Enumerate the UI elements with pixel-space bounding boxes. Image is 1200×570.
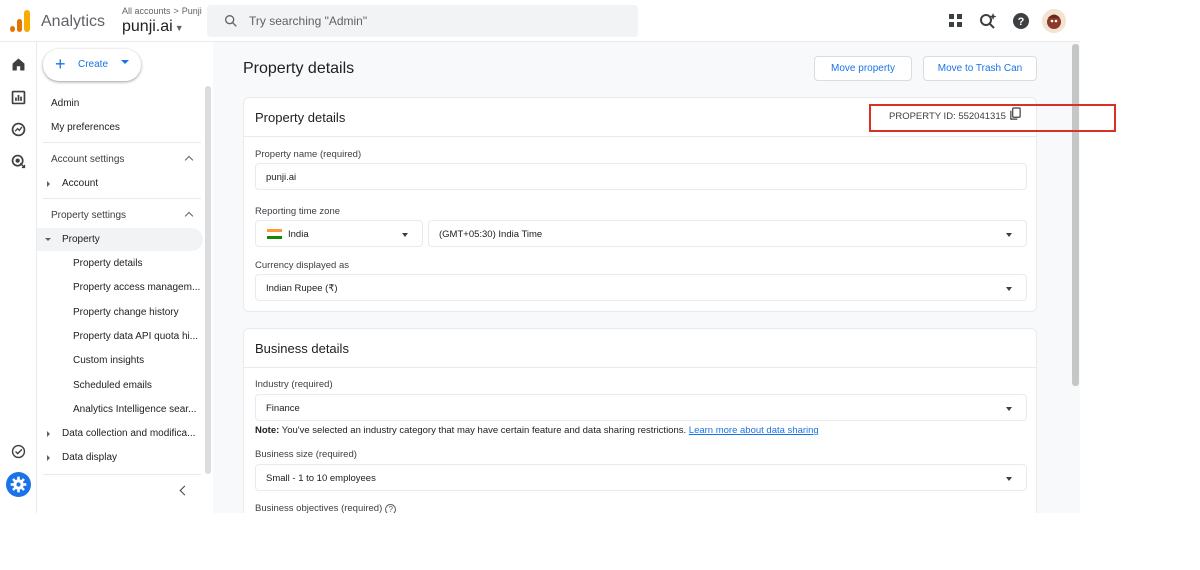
nav-custom-insights[interactable]: Custom insights	[73, 355, 201, 366]
app-title: Analytics	[41, 13, 106, 30]
dropdown-arrow-icon	[1006, 233, 1012, 237]
nav-analytics-intelligence[interactable]: Analytics Intelligence sear...	[73, 404, 201, 415]
card-title: Property details	[255, 110, 346, 125]
nav-property-details[interactable]: Property details	[73, 258, 201, 269]
business-objectives-label: Business objectives (required)?	[255, 503, 397, 513]
search-input[interactable]	[249, 12, 619, 30]
industry-value: Finance	[266, 403, 300, 414]
nav-property-access-management[interactable]: Property access managem...	[73, 282, 201, 293]
expand-arrow-icon[interactable]	[47, 455, 50, 461]
nav-account-settings[interactable]: Account settings	[51, 154, 124, 165]
analytics-logo-icon	[10, 10, 30, 32]
svg-text:?: ?	[1018, 16, 1025, 28]
checklist-icon[interactable]	[10, 443, 27, 460]
create-button[interactable]: + Create	[43, 49, 141, 81]
expand-arrow-icon[interactable]	[47, 181, 50, 187]
reports-icon[interactable]	[10, 89, 27, 106]
apps-grid-icon[interactable]	[946, 11, 966, 31]
nav-property[interactable]: Property	[62, 234, 100, 245]
nav-scheduled-emails[interactable]: Scheduled emails	[73, 380, 201, 391]
nav-account[interactable]: Account	[62, 178, 98, 189]
top-bar: Analytics All accounts>Punji punji.ai▼ ?	[0, 0, 1080, 42]
plus-icon: +	[55, 54, 66, 74]
country-select[interactable]: India	[255, 220, 423, 247]
business-details-card: Business details Industry (required) Fin…	[243, 328, 1037, 513]
timezone-label: Reporting time zone	[255, 206, 341, 217]
currency-select[interactable]: Indian Rupee (₹)	[255, 274, 1027, 301]
nav-data-collection[interactable]: Data collection and modifica...	[62, 428, 201, 439]
business-size-value: Small - 1 to 10 employees	[266, 473, 376, 484]
industry-label: Industry (required)	[255, 379, 333, 390]
explore-icon[interactable]	[10, 121, 27, 138]
currency-label: Currency displayed as	[255, 260, 349, 271]
dropdown-arrow-icon	[402, 233, 408, 237]
nav-divider	[43, 142, 201, 143]
caret-down-icon: ▼	[174, 23, 184, 33]
account-picker[interactable]: punji.ai ▼	[122, 18, 184, 36]
note-text: You've selected an industry category tha…	[279, 425, 689, 436]
property-name-field[interactable]: punji.ai	[255, 163, 1027, 190]
move-to-trash-button[interactable]: Move to Trash Can	[923, 56, 1037, 81]
advertising-icon[interactable]	[10, 153, 27, 170]
admin-nav: + Create Admin My preferences Account se…	[37, 42, 213, 513]
dropdown-arrow-icon	[121, 60, 129, 64]
nav-property-settings[interactable]: Property settings	[51, 210, 126, 221]
help-icon[interactable]: ?	[1011, 11, 1031, 31]
timezone-select[interactable]: (GMT+05:30) India Time	[428, 220, 1027, 247]
timezone-value: (GMT+05:30) India Time	[439, 229, 543, 240]
collapse-arrow-icon[interactable]	[45, 238, 51, 241]
chevron-left-icon[interactable]	[179, 485, 190, 496]
search-insights-icon[interactable]	[978, 11, 998, 31]
note-bold: Note:	[255, 425, 280, 436]
nav-data-display[interactable]: Data display	[62, 452, 117, 463]
breadcrumb[interactable]: All accounts > Punji	[122, 6, 202, 16]
business-size-select[interactable]: Small - 1 to 10 employees	[255, 464, 1027, 491]
breadcrumb-all-accounts[interactable]: All accounts	[122, 6, 171, 16]
nav-divider	[43, 198, 201, 199]
dropdown-arrow-icon	[1006, 477, 1012, 481]
india-flag-icon	[267, 229, 282, 239]
property-id-highlight-box	[869, 104, 1116, 132]
data-sharing-note: Note: You've selected an industry catego…	[255, 425, 819, 436]
left-rail	[0, 42, 37, 513]
help-circle-icon[interactable]: ?	[385, 504, 397, 513]
nav-my-preferences[interactable]: My preferences	[51, 122, 120, 133]
card-title: Business details	[255, 341, 349, 356]
business-objectives-text: Business objectives (required)	[255, 503, 383, 513]
main-scrollbar[interactable]	[1072, 44, 1079, 386]
nav-property-change-history[interactable]: Property change history	[73, 307, 201, 318]
card-divider	[244, 367, 1036, 368]
country-value: India	[288, 229, 309, 240]
avatar-image-icon	[1042, 9, 1066, 33]
search-icon	[225, 14, 237, 27]
analytics-admin-app: Analytics All accounts>Punji punji.ai▼ ?	[0, 0, 1080, 513]
breadcrumb-account[interactable]: Punji	[182, 6, 202, 16]
chevron-up-icon[interactable]	[184, 211, 194, 221]
search-bar[interactable]	[207, 5, 638, 37]
page-title: Property details	[243, 60, 355, 77]
learn-more-data-sharing-link[interactable]: Learn more about data sharing	[689, 425, 819, 436]
currency-value: Indian Rupee (₹)	[266, 283, 338, 294]
move-property-button[interactable]: Move property	[814, 56, 912, 81]
dropdown-arrow-icon	[1006, 287, 1012, 291]
nav-property-data-api-quota[interactable]: Property data API quota hi...	[73, 331, 201, 342]
industry-select[interactable]: Finance	[255, 394, 1027, 421]
property-name-value: punji.ai	[266, 172, 297, 183]
nav-admin[interactable]: Admin	[51, 98, 79, 109]
property-name-label: Property name (required)	[255, 149, 362, 160]
dropdown-arrow-icon	[1006, 407, 1012, 411]
chevron-up-icon[interactable]	[184, 155, 194, 165]
business-size-label: Business size (required)	[255, 449, 357, 460]
expand-arrow-icon[interactable]	[47, 431, 50, 437]
breadcrumb-separator-icon: >	[173, 6, 179, 16]
create-label: Create	[78, 59, 109, 70]
gear-icon	[10, 476, 27, 493]
account-name: punji.ai	[122, 18, 173, 35]
nav-divider	[43, 474, 201, 475]
admin-gear-button[interactable]	[6, 472, 31, 497]
nav-scrollbar[interactable]	[205, 86, 211, 474]
home-icon[interactable]	[10, 56, 27, 73]
avatar[interactable]	[1042, 9, 1066, 33]
card-divider	[244, 136, 1036, 137]
